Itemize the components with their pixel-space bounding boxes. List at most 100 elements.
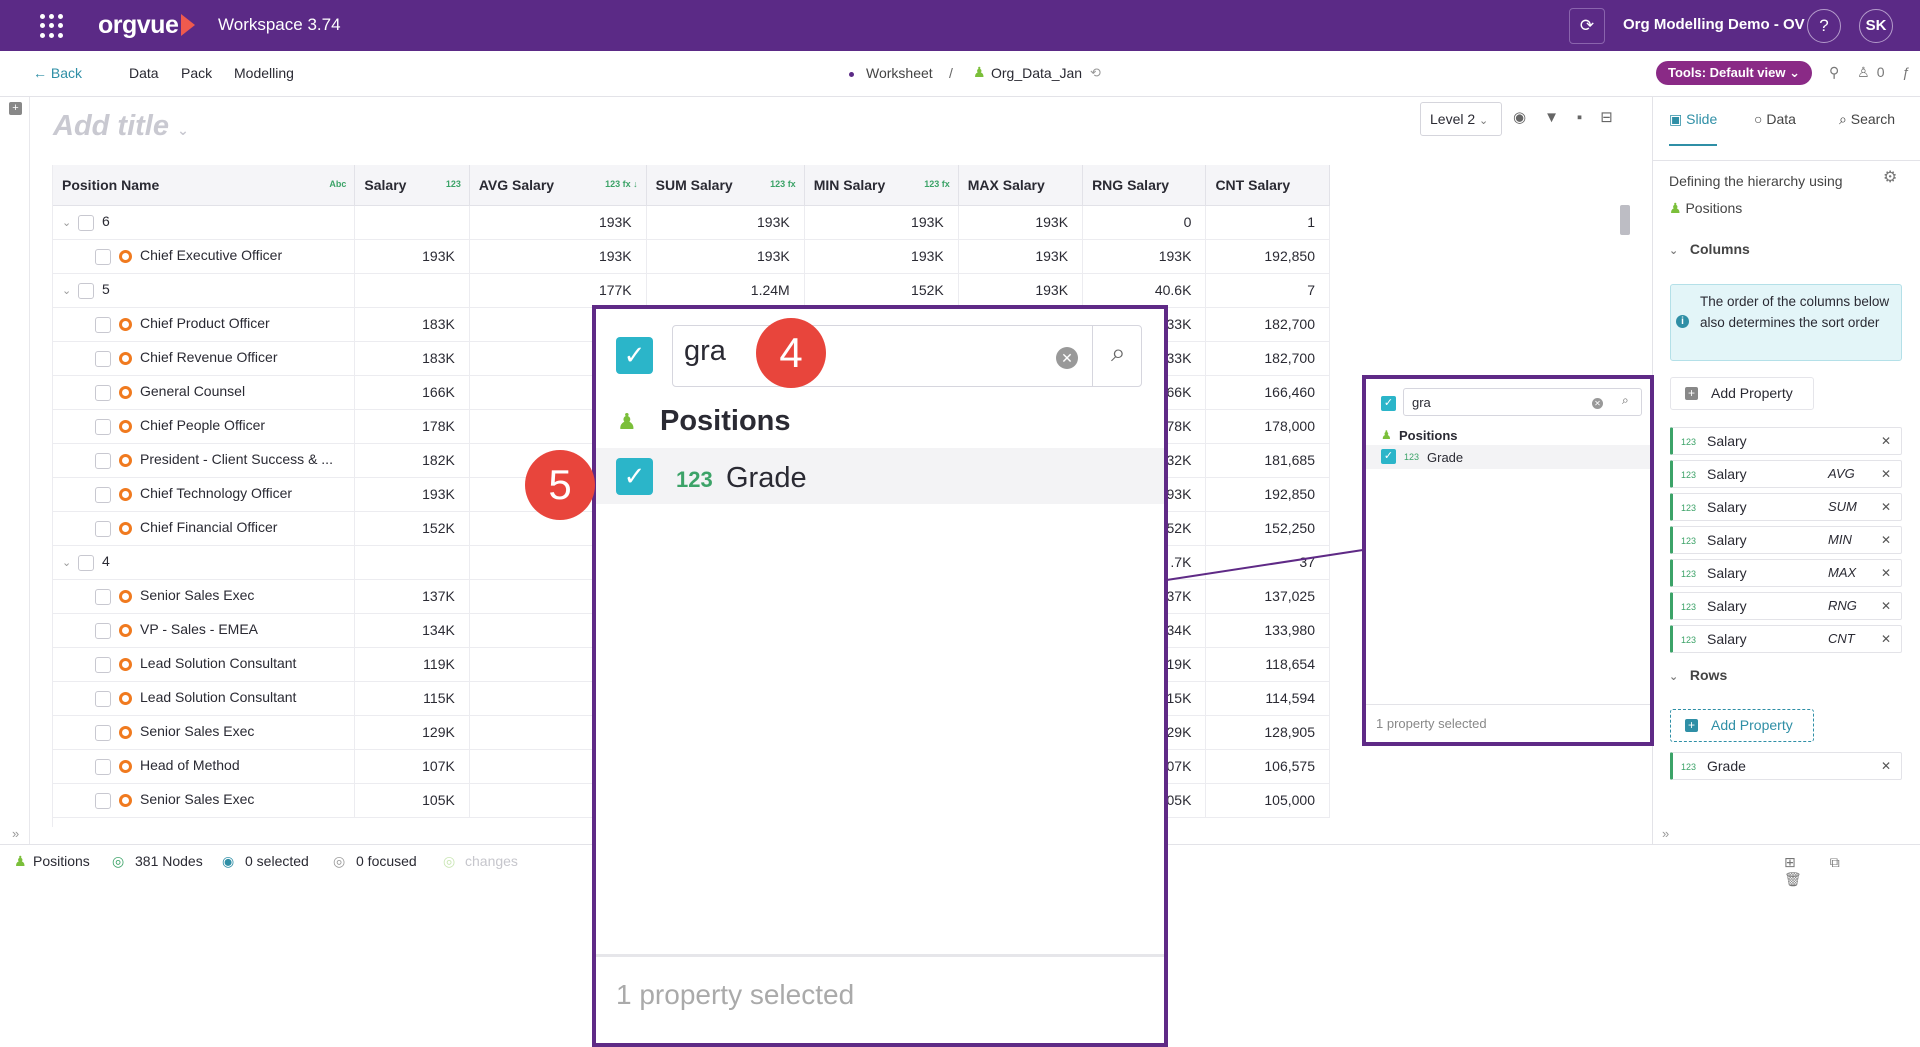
column-header[interactable]: AVG Salary 123 fx ↓: [469, 165, 647, 206]
column-item[interactable]: 123 Salary CNT ✕: [1670, 625, 1902, 653]
row-checkbox[interactable]: [78, 214, 94, 231]
column-item[interactable]: 123 Salary ✕: [1670, 427, 1902, 455]
breadcrumb-worksheet[interactable]: Worksheet: [866, 65, 933, 81]
add-column-property-button[interactable]: + Add Property: [1670, 377, 1814, 410]
node-icon: [119, 250, 132, 264]
item-checkbox[interactable]: ✓: [1381, 449, 1396, 464]
column-header[interactable]: MIN Salary 123 fx: [804, 165, 959, 206]
search-icon[interactable]: ⌕: [1622, 393, 1629, 408]
pin-icon[interactable]: ⚲ ♙0 ƒ: [1829, 64, 1917, 81]
row-checkbox[interactable]: [95, 622, 111, 639]
status-focused[interactable]: 0 focused: [356, 853, 417, 869]
title-input[interactable]: Add title ⌄: [53, 110, 189, 143]
select-all-checkbox[interactable]: ✓: [616, 337, 653, 374]
status-nodes[interactable]: 381 Nodes: [135, 853, 203, 869]
back-link[interactable]: ← Back: [33, 65, 82, 81]
search-input[interactable]: [1403, 388, 1642, 416]
help-button[interactable]: ?: [1807, 9, 1841, 43]
column-header[interactable]: CNT Salary: [1205, 165, 1330, 206]
avatar[interactable]: SK: [1859, 9, 1893, 43]
app-launcher-icon[interactable]: [40, 14, 66, 38]
row-checkbox[interactable]: [95, 350, 111, 367]
clear-icon[interactable]: ✕: [1056, 347, 1078, 369]
status-dataset[interactable]: Positions: [33, 853, 90, 869]
tab-data[interactable]: ○ Data: [1754, 111, 1796, 127]
row-checkbox[interactable]: [95, 588, 111, 605]
column-item[interactable]: 123 Salary SUM ✕: [1670, 493, 1902, 521]
column-item[interactable]: 123 Salary MIN ✕: [1670, 526, 1902, 554]
breadcrumb-dataset[interactable]: Org_Data_Jan: [991, 65, 1082, 81]
row-checkbox[interactable]: [95, 418, 111, 435]
row-checkbox[interactable]: [95, 384, 111, 401]
row-checkbox[interactable]: [95, 724, 111, 741]
logo: orgvue: [98, 11, 179, 39]
row-item-grade[interactable]: 123 Grade ✕: [1670, 752, 1902, 780]
dataset-icon: ♟: [617, 409, 637, 434]
row-checkbox[interactable]: [95, 690, 111, 707]
nav-item-data[interactable]: Data: [129, 65, 159, 81]
nav-item-modelling[interactable]: Modelling: [234, 65, 294, 81]
row-checkbox[interactable]: [95, 248, 111, 265]
column-item[interactable]: 123 Salary MAX ✕: [1670, 559, 1902, 587]
rows-section-toggle[interactable]: ⌄ Rows: [1669, 667, 1727, 683]
column-header[interactable]: Salary 123: [354, 165, 470, 206]
table-row[interactable]: Chief Executive Officer 193K 193K 193K 193K 1…: [53, 239, 1330, 274]
expand-right-icon[interactable]: »: [1662, 826, 1669, 841]
position-name: Chief Executive Officer: [140, 247, 283, 264]
table-group-row[interactable]: ⌄ 6 193K 193K 193K 193K 0 1: [53, 205, 1330, 240]
column-item[interactable]: 123 Salary RNG ✕: [1670, 592, 1902, 620]
row-checkbox[interactable]: [95, 758, 111, 775]
refresh-button[interactable]: ⟳: [1569, 8, 1605, 44]
sync-icon[interactable]: ⟲: [1090, 65, 1101, 81]
row-checkbox[interactable]: [95, 452, 111, 469]
vertical-scrollbar[interactable]: [1620, 205, 1630, 235]
gear-icon[interactable]: ⚙: [1883, 167, 1897, 187]
row-checkbox[interactable]: [95, 792, 111, 809]
palette-icon[interactable]: ◉▼▪⊟: [1513, 108, 1631, 126]
add-row-icon[interactable]: ⊞⧉🗑: [1784, 854, 1920, 888]
column-header[interactable]: SUM Salary 123 fx: [646, 165, 805, 206]
tab-search[interactable]: ⌕ Search: [1839, 111, 1895, 128]
columns-section-toggle[interactable]: ⌄ Columns: [1669, 241, 1750, 257]
tools-view-button[interactable]: Tools: Default view ⌄: [1656, 61, 1812, 85]
level-select[interactable]: Level 2 ⌄: [1420, 102, 1502, 136]
remove-icon[interactable]: ✕: [1881, 461, 1891, 487]
tab-slide[interactable]: ▣ Slide: [1669, 111, 1718, 146]
row-checkbox[interactable]: [95, 486, 111, 503]
clear-icon[interactable]: ✕: [1592, 398, 1603, 409]
remove-icon[interactable]: ✕: [1881, 560, 1891, 586]
expand-left-icon[interactable]: »: [12, 826, 19, 841]
node-icon: [119, 726, 132, 740]
status-selected[interactable]: 0 selected: [245, 853, 309, 869]
column-type-tag: 123 fx: [924, 179, 950, 189]
org-name[interactable]: Org Modelling Demo - OV: [1623, 16, 1805, 33]
column-header[interactable]: Position Name Abc: [53, 165, 356, 206]
status-changes[interactable]: changes: [465, 853, 518, 869]
column-header[interactable]: MAX Salary: [958, 165, 1084, 206]
row-checkbox[interactable]: [95, 520, 111, 537]
chevron-down-icon[interactable]: ⌄: [62, 284, 76, 297]
salary-cell: 178K: [354, 409, 470, 444]
chevron-down-icon[interactable]: ⌄: [62, 216, 76, 229]
row-checkbox[interactable]: [78, 282, 94, 299]
remove-icon[interactable]: ✕: [1881, 428, 1891, 454]
row-checkbox[interactable]: [95, 316, 111, 333]
remove-icon[interactable]: ✕: [1881, 626, 1891, 652]
row-checkbox[interactable]: [95, 656, 111, 673]
remove-icon[interactable]: ✕: [1881, 753, 1891, 779]
add-row-property-button[interactable]: + Add Property: [1670, 709, 1814, 742]
table-group-row[interactable]: ⌄ 5 177K 1.24M 152K 193K 40.6K 7: [53, 273, 1330, 308]
nav-item-pack[interactable]: Pack: [181, 65, 212, 81]
item-checkbox[interactable]: ✓: [616, 458, 653, 495]
remove-icon[interactable]: ✕: [1881, 593, 1891, 619]
column-header[interactable]: RNG Salary: [1082, 165, 1207, 206]
add-panel-icon[interactable]: +: [9, 102, 22, 115]
hierarchy-value[interactable]: ♟ Positions: [1669, 195, 1869, 222]
search-icon[interactable]: ⌕: [1111, 337, 1126, 369]
column-item[interactable]: 123 Salary AVG ✕: [1670, 460, 1902, 488]
chevron-down-icon[interactable]: ⌄: [62, 556, 76, 569]
remove-icon[interactable]: ✕: [1881, 494, 1891, 520]
row-checkbox[interactable]: [78, 554, 94, 571]
remove-icon[interactable]: ✕: [1881, 527, 1891, 553]
select-all-checkbox[interactable]: ✓: [1381, 396, 1396, 411]
